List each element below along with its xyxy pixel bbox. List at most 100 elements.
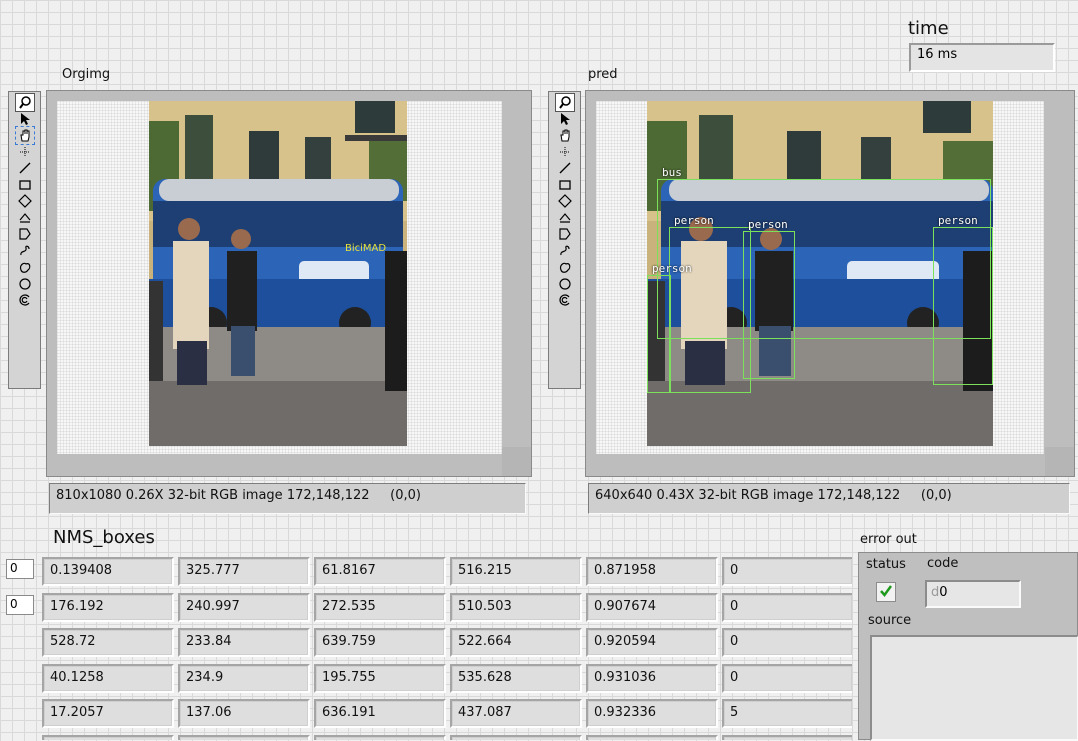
nms-cell[interactable]: 0.932336: [586, 699, 718, 728]
error-out-label: error out: [860, 532, 917, 547]
nms-cell[interactable]: 0: [722, 663, 852, 693]
pred-label: pred: [588, 67, 618, 82]
bbox-label-bus: bus: [662, 166, 682, 179]
nms-cell[interactable]: 176.192: [42, 592, 174, 622]
source-indicator: [870, 635, 1078, 741]
freehand-icon[interactable]: [16, 243, 34, 260]
pointer-icon[interactable]: [556, 111, 574, 128]
orgimg-info-bar: 810x1080 0.26X 32-bit RGB image 172,148,…: [49, 483, 526, 514]
nms-cell[interactable]: 535.628: [450, 663, 582, 693]
nms-cell[interactable]: 0: [178, 734, 310, 740]
nms-cell[interactable]: 240.997: [178, 592, 310, 622]
rectangle-icon[interactable]: [16, 177, 34, 194]
bbox-label-person-3: person: [652, 262, 692, 275]
bbox-person-1: person: [669, 214, 751, 393]
broken-annulus-icon[interactable]: [16, 292, 34, 309]
checkmark-icon: [879, 583, 893, 602]
error-out-cluster: status code d0 source: [858, 552, 1078, 741]
pred-display[interactable]: bus person person person person: [585, 90, 1075, 477]
pan-hand-icon[interactable]: [556, 127, 574, 144]
annulus-icon[interactable]: [16, 210, 34, 227]
nms-cell[interactable]: 516.215: [450, 557, 582, 586]
bbox-label-person-1: person: [674, 214, 714, 227]
pred-tool-palette: [548, 91, 581, 389]
freehand-icon[interactable]: [556, 243, 574, 260]
nms-cell[interactable]: 0: [722, 592, 852, 622]
svg-text:BiciMAD: BiciMAD: [345, 243, 386, 254]
freehand-region-icon[interactable]: [556, 259, 574, 276]
polygon-icon[interactable]: [16, 226, 34, 243]
nms-cell[interactable]: 0.139408: [42, 557, 174, 586]
status-indicator: [876, 582, 896, 602]
nms-cell[interactable]: 0.871958: [586, 557, 718, 586]
nms-cell[interactable]: 61.8167: [314, 557, 446, 586]
nms-cell[interactable]: 195.755: [314, 663, 446, 693]
nms-cell[interactable]: 325.777: [178, 557, 310, 586]
line-icon[interactable]: [556, 160, 574, 177]
nms-cell[interactable]: 0.907674: [586, 592, 718, 622]
source-label: source: [868, 613, 912, 628]
orgimg-label: Orgimg: [62, 67, 111, 82]
nms-index-col[interactable]: 0: [6, 595, 34, 615]
nms-cell[interactable]: 0: [314, 734, 446, 740]
freehand-region-icon[interactable]: [16, 259, 34, 276]
nms-cell[interactable]: 0.931036: [586, 663, 718, 693]
orgimg-scroll-corner: [502, 447, 531, 476]
line-icon[interactable]: [16, 160, 34, 177]
code-label: code: [927, 556, 959, 571]
oval-icon[interactable]: [556, 276, 574, 293]
bbox-label-person-2: person: [748, 218, 788, 231]
time-label: time: [908, 18, 949, 39]
time-indicator: 16 ms: [909, 43, 1055, 72]
nms-cell[interactable]: 0: [722, 557, 852, 586]
code-value: 0: [939, 585, 948, 600]
nms-cell[interactable]: 639.759: [314, 628, 446, 657]
rectangle-icon[interactable]: [556, 177, 574, 194]
pred-canvas[interactable]: bus person person person person: [596, 101, 1044, 454]
orgimg-photo: BiciMAD: [149, 101, 407, 446]
zoom-icon[interactable]: [14, 93, 35, 112]
rotated-rectangle-icon[interactable]: [16, 193, 34, 210]
pred-info-bar: 640x640 0.43X 32-bit RGB image 172,148,1…: [588, 483, 1070, 514]
nms-array-grid: 0.139408 325.777 61.8167 516.215 0.871958 0 17…: [42, 557, 852, 740]
broken-annulus-icon[interactable]: [556, 292, 574, 309]
oval-icon[interactable]: [16, 276, 34, 293]
nms-cell[interactable]: 0: [450, 734, 582, 740]
nms-cell[interactable]: 137.06: [178, 699, 310, 728]
bbox-person-2: person: [743, 218, 795, 379]
zoom-icon[interactable]: [554, 93, 575, 112]
bbox-person-3: person: [647, 262, 692, 393]
nms-cell[interactable]: 0: [722, 734, 852, 740]
bbox-person-4: person: [933, 214, 993, 385]
nms-cell[interactable]: 5: [722, 699, 852, 728]
bbox-label-person-4: person: [938, 214, 978, 227]
code-indicator: d0: [925, 580, 1021, 608]
orgimg-tool-palette: [8, 91, 41, 389]
nms-cell[interactable]: 233.84: [178, 628, 310, 657]
nms-boxes-label: NMS_boxes: [53, 527, 155, 548]
crosshair-icon[interactable]: [16, 144, 34, 161]
nms-cell[interactable]: 0: [586, 734, 718, 740]
nms-cell[interactable]: 272.535: [314, 592, 446, 622]
rotated-rectangle-icon[interactable]: [556, 193, 574, 210]
crosshair-icon[interactable]: [556, 144, 574, 161]
nms-index-row[interactable]: 0: [6, 559, 34, 579]
polygon-icon[interactable]: [556, 226, 574, 243]
nms-cell[interactable]: 0.920594: [586, 628, 718, 657]
orgimg-display[interactable]: BiciMAD: [46, 90, 532, 477]
nms-cell[interactable]: 510.503: [450, 592, 582, 622]
nms-cell[interactable]: 437.087: [450, 699, 582, 728]
nms-cell[interactable]: 636.191: [314, 699, 446, 728]
nms-cell[interactable]: 40.1258: [42, 663, 174, 693]
nms-cell[interactable]: 528.72: [42, 628, 174, 657]
nms-cell[interactable]: 234.9: [178, 663, 310, 693]
pred-scroll-corner: [1045, 447, 1074, 476]
pan-hand-icon[interactable]: [14, 126, 35, 145]
nms-cell[interactable]: 522.664: [450, 628, 582, 657]
nms-cell[interactable]: 17.2057: [42, 699, 174, 728]
pointer-icon[interactable]: [16, 111, 34, 128]
orgimg-canvas[interactable]: BiciMAD: [57, 101, 502, 454]
nms-cell[interactable]: 0: [722, 628, 852, 657]
annulus-icon[interactable]: [556, 210, 574, 227]
nms-cell[interactable]: 0: [42, 734, 174, 740]
